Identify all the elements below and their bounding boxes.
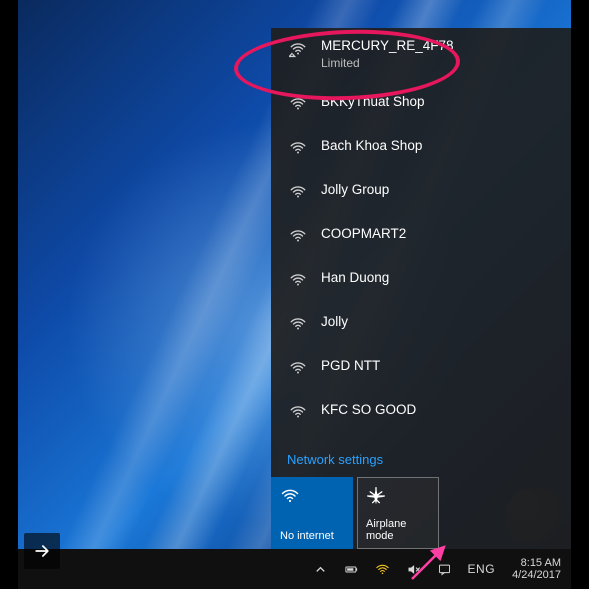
arrow-right-icon [32,541,52,561]
network-name: MERCURY_RE_4F78 [321,38,555,54]
wifi-icon [289,359,307,377]
network-name: COOPMART2 [321,226,555,242]
wifi-icon [289,315,307,333]
language-indicator[interactable]: ENG [461,549,503,589]
tile-airplane-mode[interactable]: Airplane mode [357,477,439,549]
tile-no-internet[interactable]: No internet [271,477,353,549]
wifi-icon [289,227,307,245]
gallery-next-button[interactable] [24,533,60,569]
clock-date: 4/24/2017 [512,569,561,581]
network-name: PGD NTT [321,358,555,374]
clock[interactable]: 8:15 AM 4/24/2017 [504,549,569,589]
tray-overflow-chevron-icon[interactable] [306,549,335,589]
wifi-icon [280,486,344,509]
network-item[interactable]: Jolly [271,301,571,345]
wifi-icon [289,183,307,201]
svg-text:!: ! [291,53,292,57]
network-item[interactable]: KFC SO GOOD [271,389,571,433]
network-name: BKKyThuat Shop [321,94,555,110]
network-item-connected[interactable]: ! MERCURY_RE_4F78 Limited [271,28,571,81]
network-status: Limited [321,56,555,70]
network-list: ! MERCURY_RE_4F78 Limited BKKyThuat Shop [271,28,571,444]
battery-icon[interactable] [337,549,366,589]
network-name: Jolly Group [321,182,555,198]
network-flyout: ! MERCURY_RE_4F78 Limited BKKyThuat Shop [271,28,571,549]
system-tray: ENG 8:15 AM 4/24/2017 [306,549,569,589]
tile-label: Airplane mode [366,518,430,542]
wifi-icon [289,271,307,289]
clock-time: 8:15 AM [521,557,561,569]
network-name: Bach Khoa Shop [321,138,555,154]
tile-label: No internet [280,530,344,542]
quick-action-tiles: No internet Airplane mode [271,477,571,549]
wifi-icon [289,139,307,157]
network-item[interactable]: PGD NTT [271,345,571,389]
network-name: KFC SO GOOD [321,402,555,418]
wifi-icon [289,95,307,113]
network-tray-icon[interactable] [368,549,397,589]
action-center-icon[interactable] [430,549,459,589]
network-item[interactable]: Bach Khoa Shop [271,125,571,169]
airplane-icon [366,486,430,509]
network-item[interactable]: BKKyThuat Shop [271,81,571,125]
network-item[interactable]: Han Duong [271,257,571,301]
network-item[interactable]: COOPMART2 [271,213,571,257]
volume-muted-icon[interactable] [399,549,428,589]
desktop-wallpaper: ! MERCURY_RE_4F78 Limited BKKyThuat Shop [18,0,571,589]
network-name: Han Duong [321,270,555,286]
wifi-limited-icon: ! [289,40,307,58]
network-name: Jolly [321,314,555,330]
network-item[interactable]: Jolly Group [271,169,571,213]
taskbar: ENG 8:15 AM 4/24/2017 [18,549,571,589]
network-settings-link[interactable]: Network settings [271,444,571,477]
wifi-icon [289,403,307,421]
